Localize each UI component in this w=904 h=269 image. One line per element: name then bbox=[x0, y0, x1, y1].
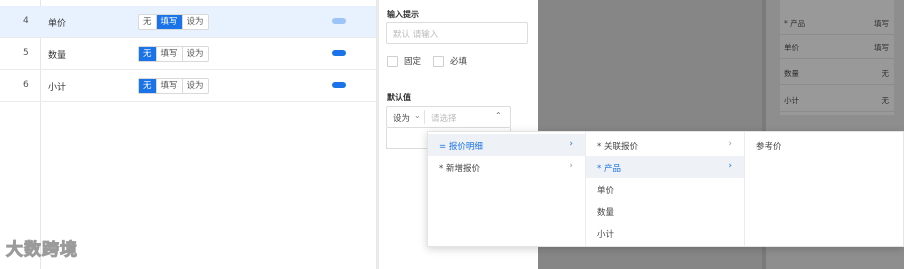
required-checkbox[interactable]: 必填 bbox=[433, 55, 467, 67]
background-row: 单价 填写 bbox=[780, 35, 894, 59]
fixed-label: 固定 bbox=[404, 57, 422, 67]
mode-none-option[interactable]: 无 bbox=[139, 15, 157, 29]
default-placeholder: 请选择 bbox=[431, 114, 457, 124]
background-row: 数量 无 bbox=[780, 61, 894, 85]
fill-mode-segmented[interactable]: 无 填写 设为 bbox=[138, 78, 209, 94]
table-row[interactable]: 5 数量 无 填写 设为 bbox=[0, 38, 376, 70]
chevron-down-icon[interactable]: ⌄ bbox=[414, 111, 421, 120]
cascader-option-quote-detail[interactable]: = 报价明细 › bbox=[428, 134, 585, 156]
watermark-logo: 大数跨境 bbox=[6, 240, 78, 261]
select-divider bbox=[424, 110, 425, 124]
mode-set-option[interactable]: 设为 bbox=[183, 79, 208, 93]
hint-placeholder: 默认 请输入 bbox=[393, 30, 439, 40]
cascader-column-2: * 关联报价 › * 产品 › 单价 数量 小计 bbox=[586, 132, 745, 246]
background-row-label: * 产品 bbox=[784, 19, 806, 28]
option-label: 参考价 bbox=[756, 142, 782, 152]
checkbox-box[interactable] bbox=[387, 55, 398, 67]
required-label: 必填 bbox=[450, 57, 468, 67]
table-row[interactable]: 6 小计 无 填写 设为 bbox=[0, 70, 376, 102]
table-row[interactable]: 4 单价 无 填写 设为 bbox=[0, 6, 376, 38]
option-label: = 报价明细 bbox=[439, 142, 483, 152]
hint-label: 输入提示 bbox=[387, 10, 419, 19]
background-row-value: 填写 bbox=[874, 43, 889, 52]
background-row-value: 无 bbox=[881, 69, 890, 78]
chevron-right-icon: › bbox=[569, 161, 573, 171]
option-label: * 产品 bbox=[597, 164, 621, 174]
chevron-right-icon: › bbox=[569, 139, 573, 149]
fill-mode-segmented[interactable]: 无 填写 设为 bbox=[138, 46, 209, 62]
cascader-option-new-quote[interactable]: * 新增报价 › bbox=[428, 156, 585, 178]
default-value-label: 默认值 bbox=[387, 93, 411, 102]
field-name: 小计 bbox=[48, 83, 67, 93]
field-name: 单价 bbox=[48, 19, 67, 29]
mode-set-option[interactable]: 设为 bbox=[183, 47, 208, 61]
cascader-option-quantity[interactable]: 数量 bbox=[586, 200, 744, 222]
cascader-column-1: = 报价明细 › * 新增报价 › bbox=[428, 132, 586, 246]
field-name: 数量 bbox=[48, 51, 67, 61]
chevron-right-icon: › bbox=[728, 161, 732, 171]
fixed-checkbox[interactable]: 固定 bbox=[387, 55, 421, 67]
option-label: 单价 bbox=[597, 186, 615, 196]
cascader-option-reference-price[interactable]: 参考价 bbox=[745, 134, 903, 156]
chevron-right-icon: › bbox=[728, 139, 732, 149]
cascader-option-unit-price[interactable]: 单价 bbox=[586, 178, 744, 200]
background-row-label: 小计 bbox=[784, 96, 799, 105]
background-row: 小计 无 bbox=[780, 88, 894, 112]
default-mode-select[interactable]: 设为 bbox=[393, 112, 410, 124]
cascader-dropdown: = 报价明细 › * 新增报价 › * 关联报价 › * 产品 › 单价 数量 … bbox=[427, 131, 904, 247]
hint-input[interactable]: 默认 请输入 bbox=[386, 22, 528, 44]
mode-fill-option[interactable]: 填写 bbox=[156, 15, 183, 29]
mode-set-option[interactable]: 设为 bbox=[183, 15, 208, 29]
option-label: * 新增报价 bbox=[439, 164, 480, 174]
background-row-label: 数量 bbox=[784, 69, 799, 78]
cascader-option-subtotal[interactable]: 小计 bbox=[586, 222, 744, 244]
row-number: 4 bbox=[23, 16, 29, 26]
option-label: 小计 bbox=[597, 230, 615, 240]
field-table: 4 单价 无 填写 设为 5 数量 无 填写 设为 6 小计 无 填写 设为 大… bbox=[0, 0, 376, 269]
mode-fill-option[interactable]: 填写 bbox=[157, 47, 183, 61]
cascader-column-3: 参考价 bbox=[745, 132, 903, 246]
mode-none-option[interactable]: 无 bbox=[139, 47, 157, 61]
default-value-select[interactable]: 设为 ⌄ 请选择 ⌃ bbox=[386, 106, 511, 128]
background-row-label: 单价 bbox=[784, 43, 799, 52]
mode-none-option[interactable]: 无 bbox=[139, 79, 157, 93]
row-number: 6 bbox=[23, 80, 29, 90]
cascader-option-product[interactable]: * 产品 › bbox=[586, 156, 744, 178]
row-number: 5 bbox=[23, 48, 29, 58]
mode-fill-option[interactable]: 填写 bbox=[157, 79, 183, 93]
background-row: * 产品 填写 bbox=[780, 11, 894, 35]
visibility-toggle[interactable] bbox=[332, 18, 346, 24]
option-label: * 关联报价 bbox=[597, 142, 638, 152]
fill-mode-segmented[interactable]: 无 填写 设为 bbox=[138, 14, 209, 30]
checkbox-box[interactable] bbox=[433, 55, 444, 67]
cascader-option-related-quote[interactable]: * 关联报价 › bbox=[586, 134, 744, 156]
option-label: 数量 bbox=[597, 208, 615, 218]
background-row-value: 填写 bbox=[874, 19, 889, 28]
visibility-toggle[interactable] bbox=[332, 82, 346, 88]
chevron-up-icon[interactable]: ⌃ bbox=[495, 111, 502, 120]
background-row-value: 无 bbox=[881, 96, 890, 105]
visibility-toggle[interactable] bbox=[332, 50, 346, 56]
